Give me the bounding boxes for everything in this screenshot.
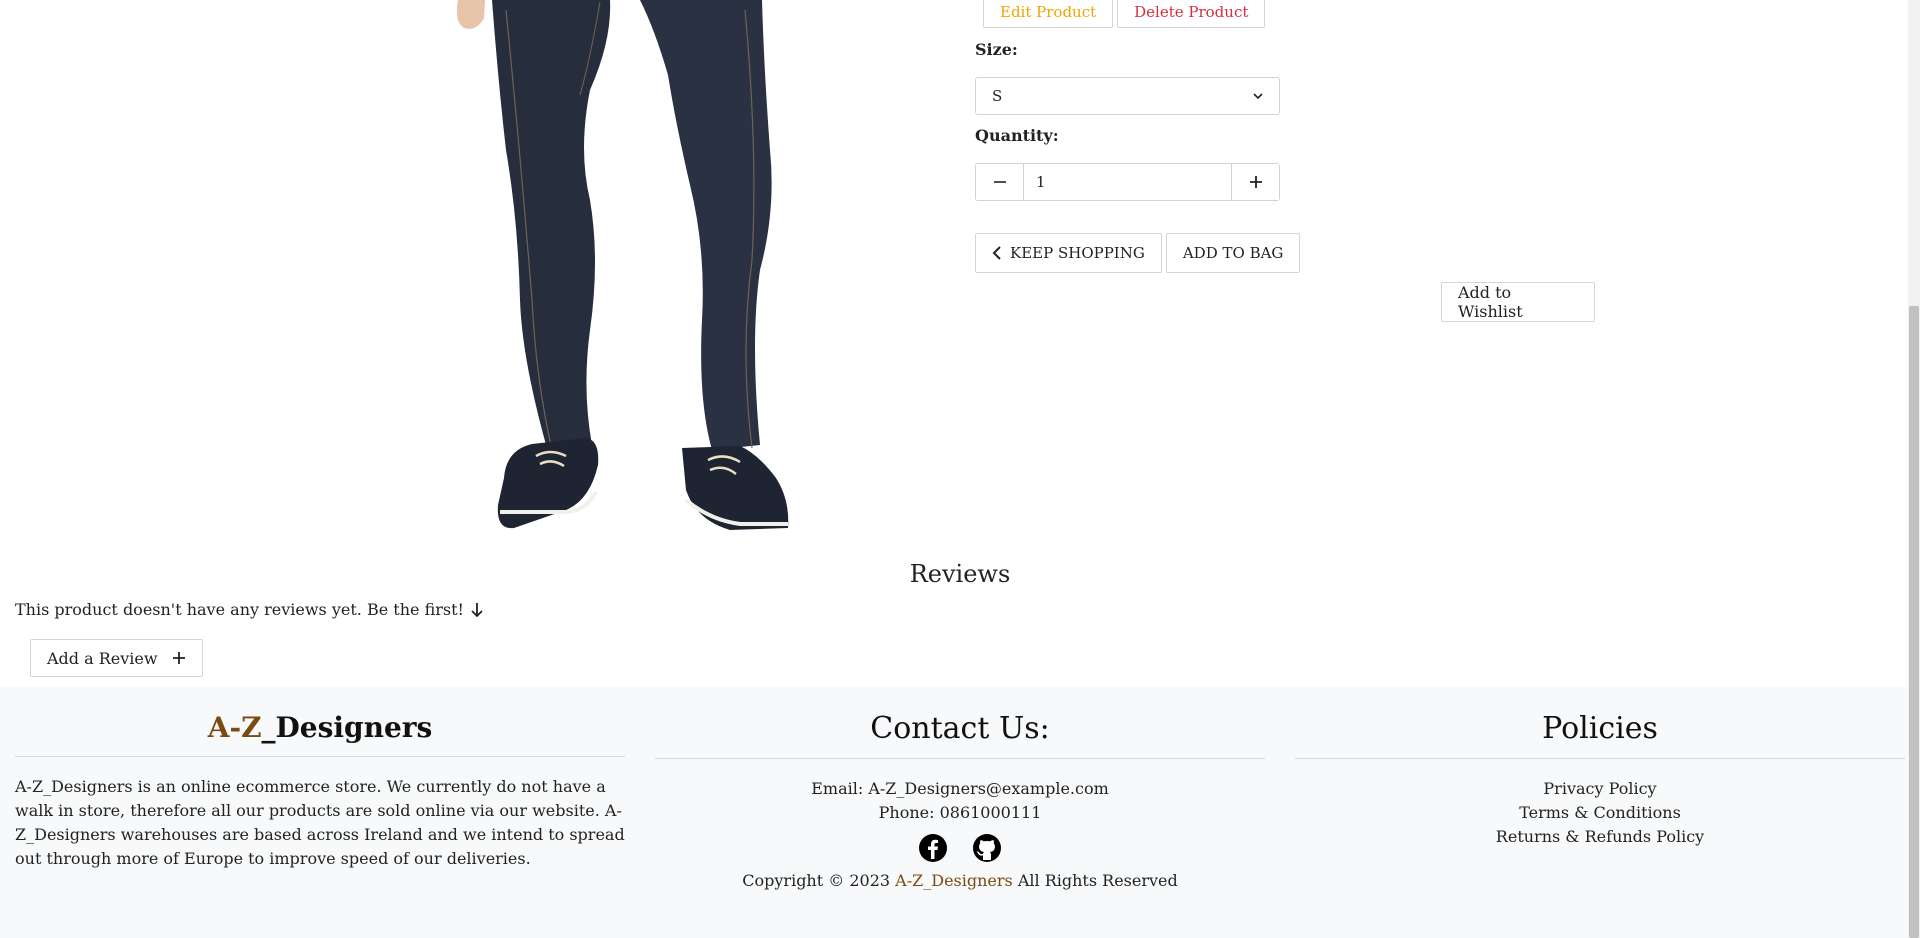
quantity-input[interactable]: 1: [1024, 164, 1231, 200]
footer-contact-title: Contact Us:: [655, 711, 1265, 759]
plus-icon: [172, 652, 185, 664]
footer-policies-title: Policies: [1295, 711, 1905, 759]
right-jeans-leg: [640, 0, 772, 450]
footer-contact-column: Contact Us: Email: A-Z_Designers@example…: [655, 711, 1265, 893]
footer-copyright: Copyright © 2023 A-Z_Designers All Right…: [742, 871, 1178, 890]
site-footer: A-Z_Designers A-Z_Designers is an online…: [0, 687, 1908, 938]
increment-button[interactable]: [1231, 164, 1279, 200]
minus-icon: [993, 181, 1006, 183]
hand-shape: [456, 0, 485, 29]
add-to-wishlist-button[interactable]: Add to Wishlist: [1441, 282, 1595, 322]
reviews-title: Reviews: [909, 560, 1011, 588]
keep-shopping-label: KEEP SHOPPING: [1010, 244, 1145, 262]
size-label: Size:: [975, 40, 1018, 59]
footer-policies-column: Policies Privacy Policy Terms & Conditio…: [1295, 711, 1905, 849]
reviews-empty-text: This product doesn't have any reviews ye…: [15, 600, 464, 619]
social-links: [655, 833, 1265, 863]
chevron-down-icon: [1253, 93, 1263, 100]
product-image: [456, 0, 789, 530]
quantity-label: Quantity:: [975, 126, 1059, 145]
privacy-policy-link[interactable]: Privacy Policy: [1295, 777, 1905, 801]
plus-icon: [1249, 176, 1262, 188]
add-review-label: Add a Review: [47, 648, 158, 668]
add-review-button[interactable]: Add a Review: [30, 639, 203, 677]
edit-product-button[interactable]: Edit Product: [983, 0, 1114, 28]
reviews-empty-message: This product doesn't have any reviews ye…: [15, 600, 484, 619]
footer-brand-title: A-Z_Designers: [15, 711, 625, 757]
facebook-icon[interactable]: [918, 833, 948, 863]
product-details: Edit Product Delete Product Size: S Quan…: [975, 0, 1595, 330]
footer-brand-column: A-Z_Designers A-Z_Designers is an online…: [15, 711, 625, 871]
left-jeans-leg: [492, 0, 611, 452]
returns-refunds-link[interactable]: Returns & Refunds Policy: [1295, 825, 1905, 849]
size-select[interactable]: S: [975, 77, 1280, 115]
quantity-stepper: 1: [975, 163, 1280, 201]
size-selected-value: S: [992, 87, 1003, 105]
decrement-button[interactable]: [976, 164, 1024, 200]
footer-phone: Phone: 0861000111: [878, 803, 1042, 822]
add-to-bag-button[interactable]: ADD TO BAG: [1165, 233, 1301, 273]
footer-email[interactable]: Email: A-Z_Designers@example.com: [655, 777, 1265, 801]
delete-product-button[interactable]: Delete Product: [1117, 0, 1266, 28]
cart-actions: KEEP SHOPPING ADD TO BAG: [975, 233, 1301, 273]
scrollbar-thumb[interactable]: [1909, 306, 1919, 938]
terms-conditions-link[interactable]: Terms & Conditions: [1295, 801, 1905, 825]
admin-actions: Edit Product Delete Product: [983, 0, 1266, 28]
chevron-left-icon: [992, 246, 1001, 260]
footer-brand-description: A-Z_Designers is an online ecommerce sto…: [15, 777, 625, 868]
arrow-down-icon: [471, 602, 483, 617]
github-icon[interactable]: [972, 833, 1002, 863]
keep-shopping-button[interactable]: KEEP SHOPPING: [975, 233, 1162, 273]
